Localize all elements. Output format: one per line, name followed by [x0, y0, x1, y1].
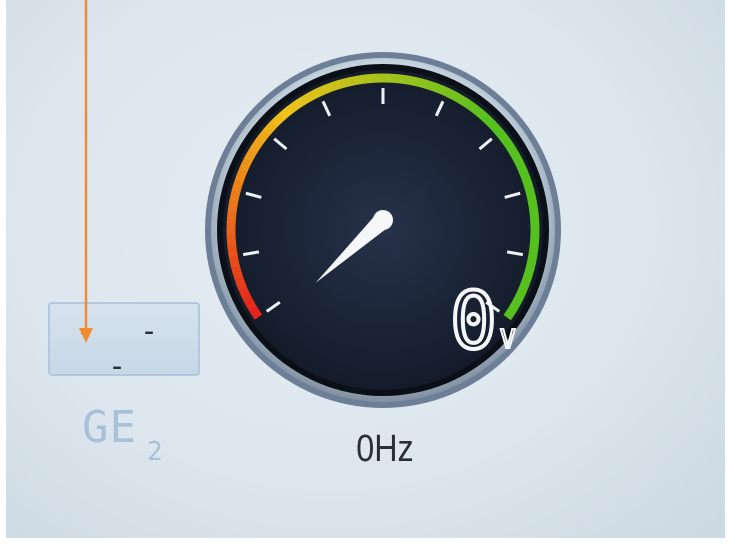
- gauge-arc-segment: [481, 113, 496, 128]
- gauge-arc-segment: [242, 295, 257, 311]
- gauge-arc-segment: [513, 157, 527, 173]
- gauge-arc-segment: [445, 88, 460, 102]
- gauge-arc-segment: [495, 129, 511, 145]
- gauge-arc-segment: [525, 255, 538, 269]
- gauge-arc-segment: [525, 189, 537, 203]
- gauge-arc-segment: [503, 305, 518, 321]
- gauge-arc-segment: [435, 83, 450, 97]
- gauge-arc-segment: [248, 305, 263, 320]
- gauge-arc-segment: [393, 73, 407, 85]
- gauge-arc-segment: [404, 75, 418, 87]
- gauge-arc-segment: [508, 147, 523, 163]
- gauge-arc-segment: [227, 200, 239, 213]
- gauge-arc-segment: [425, 80, 440, 93]
- gauge-arc-segment: [270, 112, 286, 128]
- gauge-arc-segment: [228, 255, 240, 269]
- voltage-gauge: 0 V: [205, 52, 561, 408]
- gas-subscript: 2: [146, 437, 164, 467]
- gauge-arc-segment: [529, 211, 540, 225]
- gauge-arc-segment: [522, 266, 535, 280]
- gauge-arc-segment: [249, 137, 264, 153]
- gauge-arc-segment: [514, 286, 528, 301]
- gauge-arc-segment: [327, 79, 342, 93]
- gauge-arc-segment: [239, 157, 253, 172]
- gauge-arc-segment: [349, 75, 363, 87]
- gauge-arc-segment: [234, 275, 247, 290]
- needle-hub: [373, 210, 393, 230]
- gauge-arc-segment: [360, 73, 373, 85]
- gauge-arc-segment: [414, 77, 429, 89]
- gauge-arc-segment: [278, 105, 294, 120]
- gauge-arc-segment: [528, 244, 539, 258]
- gauge-arc-segment: [263, 120, 278, 136]
- gas-value-text: - - -: [75, 314, 173, 384]
- gauge-arc-segment: [226, 233, 237, 246]
- gauge-arc-segment: [502, 138, 517, 154]
- gauge-arc-segment: [509, 296, 523, 311]
- gauge-arc-segment: [529, 234, 540, 247]
- gauge-arc-segment: [226, 211, 237, 224]
- gauge-arc-segment: [519, 276, 532, 291]
- gas-value-box[interactable]: - - -: [48, 302, 200, 384]
- gauge-arc-segment: [287, 98, 303, 113]
- gauge-arc-segment: [231, 265, 243, 280]
- gauge-arc-segment: [306, 87, 322, 102]
- frequency-readout: 0Hz: [356, 428, 414, 470]
- photo-border-right: [725, 0, 737, 558]
- gauge-arc-segment: [229, 188, 241, 203]
- photo-border-bottom: [0, 538, 737, 558]
- gauge-arc-segment: [522, 178, 535, 193]
- gas-label: GE 2: [82, 402, 164, 467]
- voltage-unit: V: [500, 325, 516, 355]
- gauge-arc-segment: [454, 93, 470, 108]
- gauge-arc-segment: [316, 83, 332, 97]
- gauge-arc-segment: [231, 178, 244, 192]
- gauge-arc-segment: [488, 120, 504, 136]
- device-screen: - - - GE 2 0 V 0Hz: [0, 0, 737, 558]
- gauge-arc-segment: [338, 77, 352, 89]
- gauge-arc-segment: [464, 99, 479, 114]
- gauge-arc-segment: [297, 93, 312, 107]
- voltage-value: 0: [450, 277, 497, 367]
- gauge-arc-segment: [235, 167, 248, 182]
- photo-border-left: [0, 0, 6, 558]
- gauge-arc-segment: [472, 105, 488, 121]
- gauge-arc-segment: [518, 168, 532, 183]
- gauge-arc-segment: [244, 147, 258, 162]
- gauge-arc-segment: [527, 200, 539, 214]
- gauge-arc-segment: [256, 128, 271, 144]
- gauge-arc-segment: [238, 285, 252, 301]
- gauge-arc-segment: [227, 244, 238, 258]
- gas-name: GE: [82, 402, 137, 453]
